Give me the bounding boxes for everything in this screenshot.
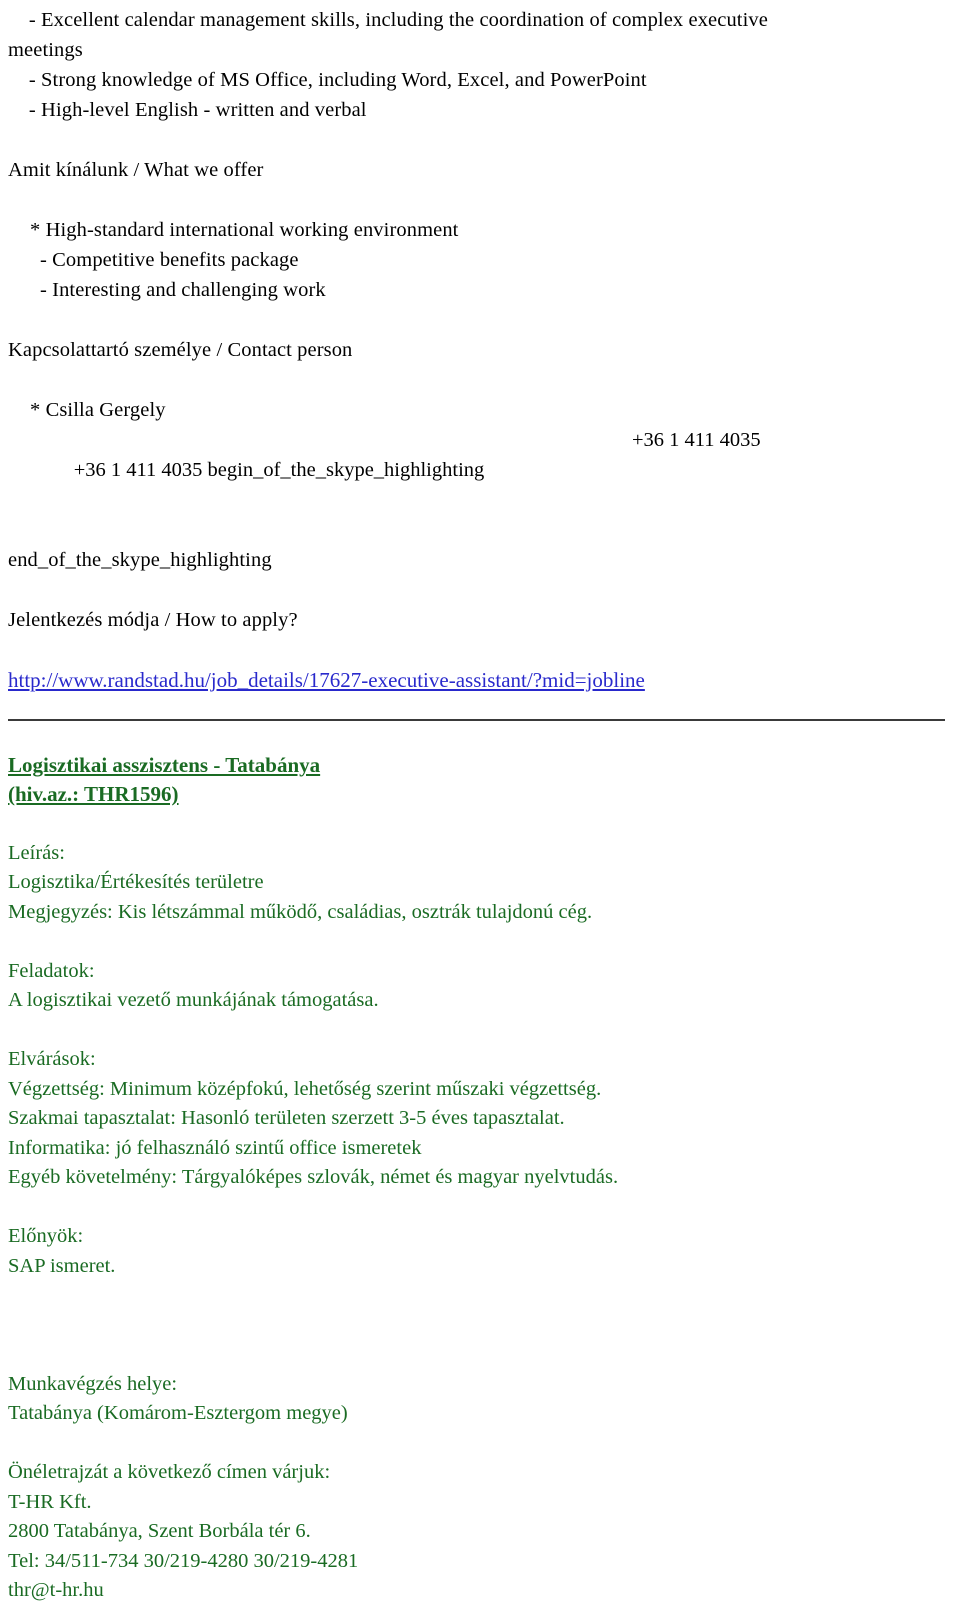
job-location-value: Tatabánya (Komárom-Esztergom megye) bbox=[8, 1402, 348, 1424]
job-expectations-label: Elvárások: bbox=[8, 1048, 96, 1070]
job-title-line-1[interactable]: Logisztikai asszisztens - Tatabánya bbox=[0, 751, 960, 780]
section-divider-wrapper bbox=[0, 695, 960, 721]
job-application-label: Önéletrajzát a következő címen várjuk: bbox=[8, 1461, 331, 1483]
requirement-line-calendar-wrap: meetings bbox=[8, 39, 83, 61]
apply-section: Jelentkezés módja / How to apply? http:/… bbox=[0, 605, 960, 695]
job-application-email: thr@t-hr.hu bbox=[8, 1579, 104, 1601]
job-expectations-it: Informatika: jó felhasználó szintű offic… bbox=[8, 1136, 422, 1159]
job-expectations-education: Végzettség: Minimum középfokú, lehetőség… bbox=[8, 1077, 602, 1100]
requirement-line-calendar: - Excellent calendar management skills, … bbox=[8, 9, 768, 31]
job-tasks-line-1: A logisztikai vezető munkájának támogatá… bbox=[8, 989, 379, 1011]
job-advantages-line-1: SAP ismeret. bbox=[8, 1254, 116, 1277]
offer-item-environment: * High-standard international working en… bbox=[30, 219, 459, 241]
requirements-block: - Excellent calendar management skills, … bbox=[0, 0, 960, 125]
job-posting-logistics: Logisztikai asszisztens - Tatabánya (hiv… bbox=[0, 751, 960, 1606]
job-advantages-label: Előnyök: bbox=[8, 1225, 84, 1247]
contact-name: * Csilla Gergely bbox=[30, 399, 166, 421]
apply-heading: Jelentkezés módja / How to apply? bbox=[8, 609, 298, 631]
job-application-company: T-HR Kft. bbox=[8, 1490, 92, 1513]
offer-item-benefits: - Competitive benefits package bbox=[40, 249, 299, 271]
job-expectations-experience: Szakmai tapasztalat: Hasonló területen s… bbox=[8, 1107, 565, 1129]
job-tasks-label: Feladatok: bbox=[8, 959, 95, 982]
contact-phone-secondary: +36 1 411 4035 bbox=[632, 429, 761, 451]
contact-heading: Kapcsolattartó személye / Contact person bbox=[8, 339, 353, 361]
job-description-line-2: Megjegyzés: Kis létszámmal működő, csalá… bbox=[8, 900, 593, 923]
job-application-address: 2800 Tatabánya, Szent Borbála tér 6. bbox=[8, 1520, 311, 1542]
job-description-line-1: Logisztika/Értékesítés területre bbox=[8, 871, 264, 893]
job-title-line-2[interactable]: (hiv.az.: THR1596) bbox=[0, 780, 960, 809]
job-description-label: Leírás: bbox=[8, 841, 65, 864]
job-expectations-other: Egyéb követelmény: Tárgyalóképes szlovák… bbox=[8, 1166, 619, 1188]
job-application-phone: Tel: 34/511-734 30/219-4280 30/219-4281 bbox=[8, 1549, 359, 1572]
contact-phone-primary: +36 1 411 4035 begin_of_the_skype_highli… bbox=[73, 459, 485, 481]
job-location-label: Munkavégzés helye: bbox=[8, 1372, 178, 1395]
contact-phone-row: +36 1 411 4035 begin_of_the_skype_highli… bbox=[0, 425, 960, 545]
requirement-line-english: - High-level English - written and verba… bbox=[8, 99, 367, 121]
offer-section: Amit kínálunk / What we offer * High-sta… bbox=[0, 155, 960, 305]
contact-section: Kapcsolattartó személye / Contact person… bbox=[0, 335, 960, 575]
contact-skype-end-marker: end_of_the_skype_highlighting bbox=[8, 549, 272, 571]
offer-item-work: - Interesting and challenging work bbox=[40, 279, 326, 301]
document-page: - Excellent calendar management skills, … bbox=[0, 0, 960, 1601]
offer-heading: Amit kínálunk / What we offer bbox=[8, 159, 264, 181]
requirement-line-msoffice: - Strong knowledge of MS Office, includi… bbox=[8, 69, 647, 91]
apply-url-link[interactable]: http://www.randstad.hu/job_details/17627… bbox=[0, 665, 645, 695]
